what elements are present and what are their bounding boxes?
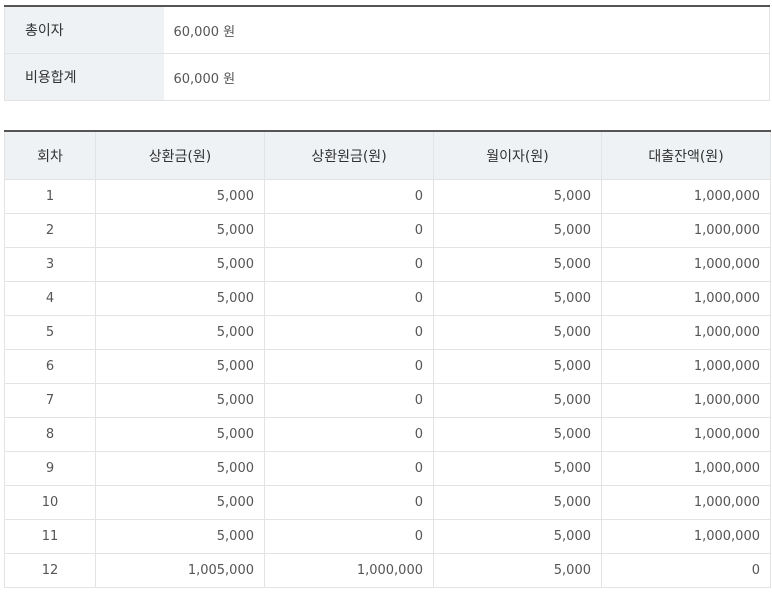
table-row: 10 5,000 0 5,000 1,000,000 [4,485,771,520]
cell-balance: 1,000,000 [601,281,771,316]
cell-principal: 0 [264,417,434,452]
cell-interest: 5,000 [433,383,602,418]
cell-interest: 5,000 [433,349,602,384]
table-header-row: 회차 상환금(원) 상환원금(원) 월이자(원) 대출잔액(원) [4,131,771,180]
table-row: 2 5,000 0 5,000 1,000,000 [4,213,771,248]
column-header-payment: 상환금(원) [95,131,265,180]
table-row: 9 5,000 0 5,000 1,000,000 [4,451,771,486]
table-body: 1 5,000 0 5,000 1,000,000 2 5,000 0 5,000 1,000,0… [4,179,771,588]
cell-balance: 1,000,000 [601,315,771,350]
cell-interest: 5,000 [433,247,602,282]
cell-payment: 5,000 [95,213,265,248]
summary-row-total-cost: 비용합계 60,000 원 [4,53,770,101]
cell-principal: 0 [264,315,434,350]
table-row: 1 5,000 0 5,000 1,000,000 [4,179,771,214]
summary-value: 60,000 원 [163,53,770,101]
cell-balance: 1,000,000 [601,519,771,554]
cell-interest: 5,000 [433,485,602,520]
summary-label: 비용합계 [4,53,164,101]
cell-balance: 1,000,000 [601,383,771,418]
cell-round: 12 [4,553,96,588]
cell-payment: 5,000 [95,315,265,350]
cell-principal: 0 [264,383,434,418]
cell-principal: 0 [264,247,434,282]
cell-principal: 0 [264,349,434,384]
cell-balance: 1,000,000 [601,485,771,520]
summary-value: 60,000 원 [163,6,770,54]
cell-payment: 5,000 [95,179,265,214]
cell-payment: 5,000 [95,417,265,452]
table-row: 8 5,000 0 5,000 1,000,000 [4,417,771,452]
cell-payment: 5,000 [95,247,265,282]
cell-interest: 5,000 [433,213,602,248]
table-row: 3 5,000 0 5,000 1,000,000 [4,247,771,282]
table-row: 11 5,000 0 5,000 1,000,000 [4,519,771,554]
cell-interest: 5,000 [433,179,602,214]
cell-round: 3 [4,247,96,282]
cell-payment: 5,000 [95,485,265,520]
cell-interest: 5,000 [433,281,602,316]
cell-round: 4 [4,281,96,316]
table-row: 5 5,000 0 5,000 1,000,000 [4,315,771,350]
cell-payment: 1,005,000 [95,553,265,588]
cell-interest: 5,000 [433,417,602,452]
cell-balance: 0 [601,553,771,588]
cell-round: 1 [4,179,96,214]
cell-payment: 5,000 [95,281,265,316]
cell-payment: 5,000 [95,383,265,418]
cell-payment: 5,000 [95,349,265,384]
cell-interest: 5,000 [433,451,602,486]
summary-label: 총이자 [4,6,164,54]
cell-balance: 1,000,000 [601,349,771,384]
cell-payment: 5,000 [95,519,265,554]
cell-interest: 5,000 [433,315,602,350]
cell-round: 2 [4,213,96,248]
cell-principal: 0 [264,519,434,554]
cell-interest: 5,000 [433,553,602,588]
cell-balance: 1,000,000 [601,179,771,214]
cell-round: 5 [4,315,96,350]
cell-principal: 0 [264,451,434,486]
table-row: 7 5,000 0 5,000 1,000,000 [4,383,771,418]
table-row: 4 5,000 0 5,000 1,000,000 [4,281,771,316]
cell-round: 7 [4,383,96,418]
cell-principal: 0 [264,213,434,248]
cell-principal: 0 [264,281,434,316]
cell-principal: 0 [264,485,434,520]
table-row: 12 1,005,000 1,000,000 5,000 0 [4,553,771,588]
cell-round: 11 [4,519,96,554]
cell-balance: 1,000,000 [601,213,771,248]
cell-round: 9 [4,451,96,486]
cell-round: 6 [4,349,96,384]
column-header-interest: 월이자(원) [433,131,602,180]
summary-table: 총이자 60,000 원 비용합계 60,000 원 [4,5,770,101]
table-row: 6 5,000 0 5,000 1,000,000 [4,349,771,384]
cell-balance: 1,000,000 [601,417,771,452]
cell-round: 10 [4,485,96,520]
cell-balance: 1,000,000 [601,247,771,282]
column-header-balance: 대출잔액(원) [601,131,771,180]
column-header-round: 회차 [4,131,96,180]
column-header-principal: 상환원금(원) [264,131,434,180]
cell-payment: 5,000 [95,451,265,486]
cell-principal: 0 [264,179,434,214]
cell-interest: 5,000 [433,519,602,554]
cell-round: 8 [4,417,96,452]
repayment-schedule-table: 회차 상환금(원) 상환원금(원) 월이자(원) 대출잔액(원) 1 5,000 0… [4,130,771,588]
summary-row-total-interest: 총이자 60,000 원 [4,6,770,54]
cell-balance: 1,000,000 [601,451,771,486]
cell-principal: 1,000,000 [264,553,434,588]
